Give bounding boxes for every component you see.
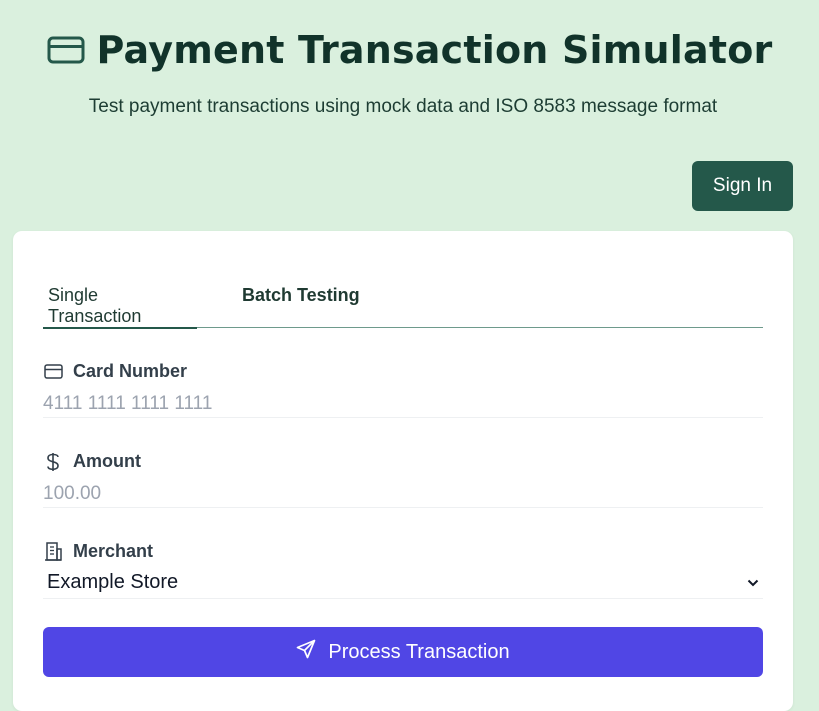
credit-card-icon xyxy=(47,36,85,64)
page-title: Payment Transaction Simulator xyxy=(96,28,773,72)
process-transaction-label: Process Transaction xyxy=(328,640,510,663)
process-transaction-button[interactable]: Process Transaction xyxy=(43,627,763,677)
credit-card-icon xyxy=(43,362,63,382)
card-number-label: Card Number xyxy=(43,361,187,382)
amount-label-text: Amount xyxy=(73,451,141,471)
building-icon xyxy=(43,542,63,562)
merchant-select-value: Example Store xyxy=(47,571,179,593)
tab-single-transaction[interactable]: Single Transaction xyxy=(43,271,197,329)
merchant-label: Merchant xyxy=(43,541,153,562)
card-number-input[interactable] xyxy=(43,390,763,418)
page-subtitle: Test payment transactions using mock dat… xyxy=(88,96,718,117)
dollar-icon xyxy=(43,452,63,472)
amount-input[interactable] xyxy=(43,480,763,508)
page-header: Payment Transaction Simulator xyxy=(0,28,819,72)
tab-batch-testing[interactable]: Batch Testing xyxy=(237,271,365,328)
merchant-label-text: Merchant xyxy=(73,541,154,561)
amount-label: Amount xyxy=(43,451,141,472)
tab-bar: Single Transaction Batch Testing xyxy=(43,271,763,329)
sign-in-button[interactable]: Sign In xyxy=(692,161,793,211)
chevron-down-icon xyxy=(747,574,759,592)
transaction-card: Single Transaction Batch Testing Card Nu… xyxy=(13,231,793,711)
card-number-label-text: Card Number xyxy=(73,361,188,381)
merchant-select[interactable]: Example Store xyxy=(43,567,763,599)
send-icon xyxy=(296,639,316,665)
